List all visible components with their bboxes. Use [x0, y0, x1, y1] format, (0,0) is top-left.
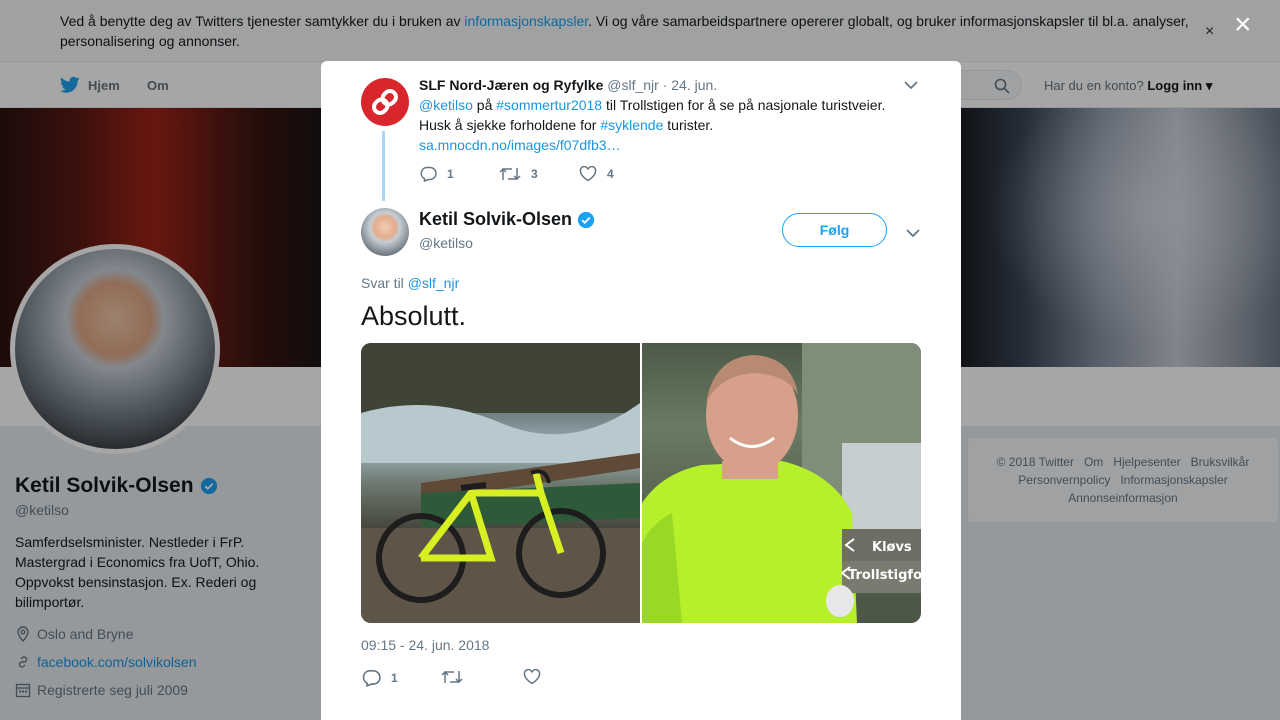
- retweet-icon: [441, 670, 463, 684]
- heart-icon: [523, 669, 541, 685]
- sign-text-top: Kløvs: [872, 540, 912, 555]
- selfie-illustration: Kløvs Trollstigfo: [642, 343, 921, 623]
- modal-close-button[interactable]: ×: [1234, 10, 1252, 40]
- tweet-modal: SLF Nord-Jæren og Ryfylke @slf_njr · 24.…: [321, 61, 961, 720]
- tweet-author-avatar[interactable]: [361, 208, 409, 256]
- parent-tweet-text: @ketilso på #sommertur2018 til Trollstig…: [419, 95, 899, 155]
- tweet-text: Absolutt.: [361, 301, 467, 331]
- hashtag-link[interactable]: #sommertur2018: [496, 97, 602, 113]
- sign-text-bottom: Trollstigfo: [848, 568, 921, 583]
- follow-button[interactable]: Følg: [782, 213, 887, 247]
- tweet-media: Kløvs Trollstigfo: [361, 343, 921, 623]
- like-button[interactable]: [523, 669, 551, 685]
- tweet-author-name[interactable]: Ketil Solvik-Olsen: [419, 209, 595, 230]
- tweet-timestamp[interactable]: 09:15 - 24. jun. 2018: [361, 637, 489, 653]
- slf-logo-icon: [372, 89, 398, 115]
- reply-to-link[interactable]: @slf_njr: [408, 275, 460, 291]
- reply-icon: [362, 669, 381, 687]
- thread-line: [382, 131, 385, 201]
- chevron-down-icon[interactable]: [904, 77, 918, 93]
- parent-tweet-date[interactable]: · 24. jun.: [663, 77, 717, 93]
- reply-button[interactable]: 1: [361, 669, 398, 687]
- bicycle-illustration: [361, 343, 640, 623]
- tweet-actions: 1: [361, 669, 661, 689]
- parent-tweet-avatar[interactable]: [361, 78, 409, 126]
- heart-icon: [579, 166, 597, 182]
- url-link[interactable]: sa.mnocdn.no/images/f07dfb3…: [419, 137, 621, 153]
- tweet-author-name-text: Ketil Solvik-Olsen: [419, 209, 573, 229]
- photo-selfie[interactable]: Kløvs Trollstigfo: [642, 343, 921, 623]
- tweet-text-segment: på: [472, 97, 497, 113]
- reply-count: 1: [391, 671, 398, 685]
- parent-tweet-actions: 1 3 4: [419, 166, 679, 186]
- retweet-button[interactable]: [441, 669, 473, 685]
- chevron-down-icon[interactable]: [906, 225, 920, 241]
- mention-link[interactable]: @ketilso: [419, 97, 473, 113]
- retweet-count: 3: [531, 167, 538, 181]
- verified-badge-icon: [577, 211, 595, 228]
- retweet-button[interactable]: 3: [499, 166, 538, 182]
- tweet-text-segment: turister.: [663, 117, 714, 133]
- reply-count: 1: [447, 167, 454, 181]
- reply-button[interactable]: 1: [419, 166, 454, 182]
- parent-tweet-handle[interactable]: @slf_njr: [607, 77, 659, 93]
- reply-context: Svar til @slf_njr: [361, 275, 459, 291]
- tweet-author-handle[interactable]: @ketilso: [419, 235, 473, 251]
- like-count: 4: [607, 167, 614, 181]
- photo-bicycle[interactable]: [361, 343, 640, 623]
- reply-prefix: Svar til: [361, 275, 408, 291]
- like-button[interactable]: 4: [579, 166, 614, 182]
- parent-tweet-author[interactable]: SLF Nord-Jæren og Ryfylke: [419, 77, 603, 93]
- parent-tweet-header: SLF Nord-Jæren og Ryfylke @slf_njr · 24.…: [419, 77, 717, 93]
- hashtag-link[interactable]: #syklende: [600, 117, 663, 133]
- retweet-icon: [499, 167, 521, 181]
- reply-icon: [420, 166, 437, 182]
